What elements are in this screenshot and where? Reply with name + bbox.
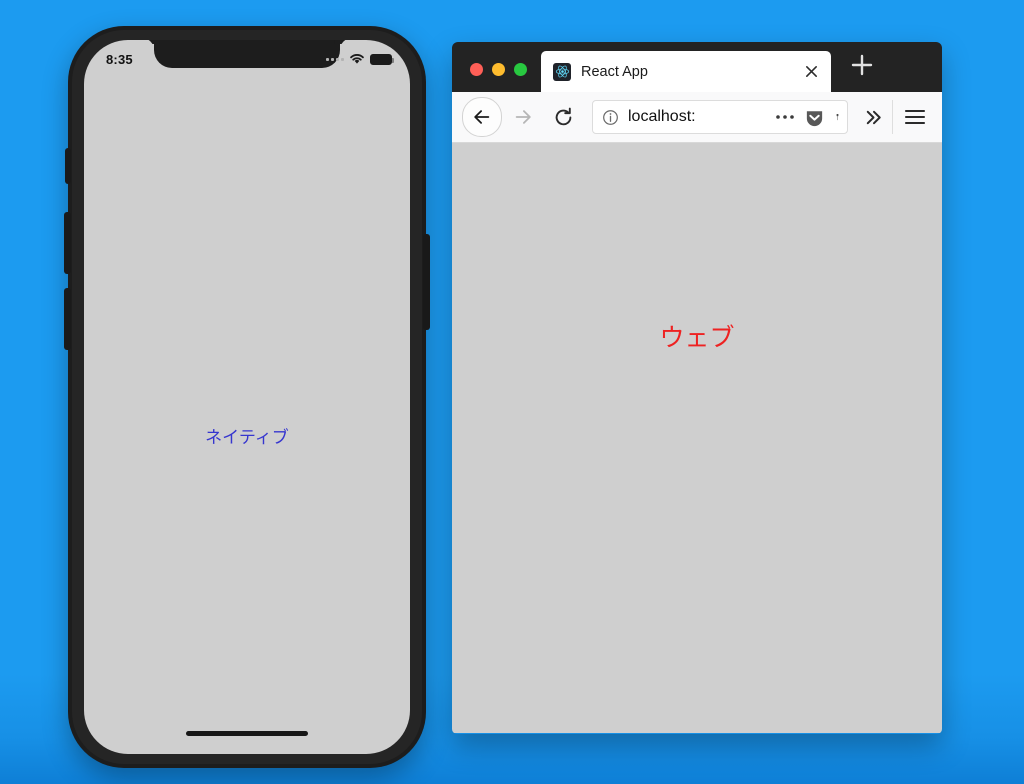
browser-tab[interactable]: React App (541, 51, 831, 92)
battery-full-icon (370, 53, 394, 65)
silent-switch-button[interactable] (65, 148, 71, 184)
reload-icon[interactable] (544, 98, 582, 136)
browser-tab-title: React App (581, 63, 648, 80)
native-label: ネイティブ (205, 428, 289, 448)
url-input[interactable]: localhost: (628, 108, 766, 126)
page-viewport[interactable]: ウェブ (452, 143, 942, 733)
browser-tab-strip: React App (452, 42, 942, 92)
wifi-icon (349, 53, 365, 65)
power-button[interactable] (423, 234, 430, 330)
new-tab-button[interactable] (831, 42, 893, 92)
pocket-shield-icon[interactable] (804, 107, 825, 128)
volume-up-button[interactable] (64, 212, 71, 274)
web-label: ウェブ (659, 323, 735, 352)
window-maximize-button[interactable] (514, 63, 527, 76)
extension-icon[interactable] (834, 108, 841, 126)
screenshot-canvas: 8:35 ネイティブ React App localhost: ウェブ (0, 0, 1024, 784)
phone-device-frame: 8:35 ネイティブ (64, 26, 430, 768)
home-indicator[interactable] (186, 731, 308, 736)
window-controls (452, 63, 541, 92)
close-icon[interactable] (801, 62, 821, 82)
info-circle-icon[interactable] (602, 109, 619, 126)
url-bar[interactable]: localhost: (592, 100, 848, 134)
volume-down-button[interactable] (64, 288, 71, 350)
hamburger-menu-icon[interactable] (892, 100, 936, 134)
phone-notch (154, 40, 340, 68)
react-logo-icon (553, 62, 571, 81)
status-time: 8:35 (106, 51, 133, 67)
browser-toolbar: localhost: (452, 92, 942, 143)
back-arrow-icon[interactable] (462, 97, 502, 137)
browser-window: React App localhost: ウェブ (452, 42, 942, 734)
double-chevron-right-icon[interactable] (856, 100, 890, 134)
forward-arrow-icon[interactable] (504, 98, 542, 136)
ellipsis-icon[interactable] (775, 113, 795, 121)
phone-screen[interactable]: 8:35 ネイティブ (84, 40, 410, 754)
window-minimize-button[interactable] (492, 63, 505, 76)
window-close-button[interactable] (470, 63, 483, 76)
